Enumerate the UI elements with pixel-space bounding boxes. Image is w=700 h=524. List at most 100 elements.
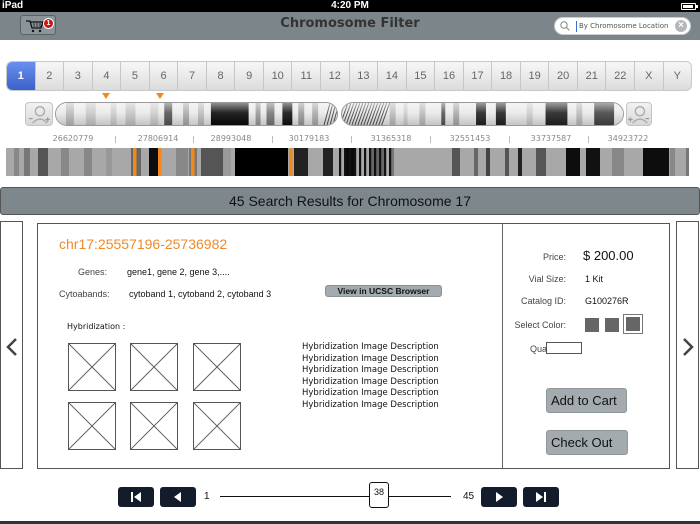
last-page-button[interactable] [523, 487, 559, 507]
chromosome-p-arm[interactable] [55, 102, 338, 126]
chromosome-tab-6[interactable]: 6 [150, 62, 179, 90]
chromosome-tab-4[interactable]: 4 [93, 62, 122, 90]
search-field[interactable]: × [554, 17, 691, 35]
genes-label: Genes: [78, 267, 108, 277]
view-ucsc-button[interactable]: View in UCSC Browser [325, 285, 442, 297]
color-swatch[interactable] [585, 318, 599, 332]
scale-label: 30179183 [288, 134, 330, 143]
band [344, 148, 347, 176]
band [371, 148, 385, 176]
hybridization-image-placeholder[interactable] [193, 343, 241, 391]
band [612, 148, 624, 176]
chromosome-tab-7[interactable]: 7 [178, 62, 207, 90]
chromosome-tab-2[interactable]: 2 [36, 62, 65, 90]
nav-bar: 1 Chromosome Filter × [0, 12, 700, 40]
chromosome-tab-16[interactable]: 16 [435, 62, 464, 90]
band [518, 148, 522, 176]
previous-page-button[interactable] [160, 487, 196, 507]
cytobands-label: Cytoabands: [59, 289, 110, 299]
quantity-input[interactable] [546, 342, 582, 354]
page-slider-track[interactable] [220, 496, 451, 497]
clear-search-icon[interactable]: × [675, 20, 687, 32]
chromosome-tab-1[interactable]: 1 [7, 62, 36, 90]
zoom-in-icon [628, 105, 650, 124]
catalog-id-value: G100276R [585, 296, 629, 306]
band [486, 148, 490, 176]
chromosome-tab-15[interactable]: 15 [407, 62, 436, 90]
app-root: iPad 4:20 PM 1 Chromosome Filter × [0, 0, 700, 524]
page-slider-thumb[interactable]: 38 [369, 482, 389, 508]
check-out-button[interactable]: Check Out [546, 430, 628, 455]
chromosome-tab-bar: 1 2 3 4 5 6 7 8 9 10 11 12 13 14 15 16 17 18 19 20 21 22 X Y [6, 61, 692, 91]
band [379, 148, 382, 176]
chromosome-tab-10[interactable]: 10 [264, 62, 293, 90]
next-result-button[interactable] [676, 221, 699, 469]
chromosome-q-arm[interactable] [341, 102, 624, 126]
chromosome-tab-y[interactable]: Y [664, 62, 691, 90]
genes-value: gene1, gene 2, gene 3,.... [127, 267, 230, 277]
hybridization-image-placeholder[interactable] [130, 343, 178, 391]
previous-result-button[interactable] [0, 221, 23, 469]
highlight-marker[interactable] [289, 148, 293, 176]
hybridization-image-placeholder[interactable] [193, 402, 241, 450]
text-cursor [576, 21, 577, 32]
chromosome-tab-22[interactable]: 22 [606, 62, 636, 90]
image-description: Hybridization Image Description [302, 388, 439, 398]
scale-tick [193, 136, 194, 143]
band [505, 148, 509, 176]
chromosome-tab-19[interactable]: 19 [521, 62, 550, 90]
cytobands-value: cytoband 1, cytoband 2, cytoband 3 [129, 289, 272, 299]
chromosome-tab-18[interactable]: 18 [492, 62, 521, 90]
image-placeholder-icon [194, 344, 240, 390]
next-page-button[interactable] [481, 487, 517, 507]
chromosome-tab-21[interactable]: 21 [578, 62, 607, 90]
band [349, 148, 352, 176]
zoom-out-button[interactable] [25, 102, 53, 126]
highlight-marker[interactable] [133, 148, 137, 176]
highlight-marker[interactable] [158, 148, 162, 176]
search-input[interactable] [579, 19, 671, 33]
chromosome-tab-9[interactable]: 9 [235, 62, 264, 90]
band [38, 148, 48, 176]
region-marker[interactable] [102, 93, 110, 99]
region-marker[interactable] [156, 93, 164, 99]
image-description: Hybridization Image Description [302, 365, 439, 375]
hybridization-image-placeholder[interactable] [68, 402, 116, 450]
first-page-button[interactable] [118, 487, 154, 507]
chromosome-tab-8[interactable]: 8 [207, 62, 236, 90]
chromosome-tab-20[interactable]: 20 [549, 62, 578, 90]
results-header: 45 Search Results for Chromosome 17 [0, 187, 700, 215]
search-icon [560, 21, 570, 31]
hybridization-image-placeholder[interactable] [68, 343, 116, 391]
chromosome-tab-14[interactable]: 14 [378, 62, 407, 90]
zoomed-band-track[interactable] [6, 148, 689, 176]
catalog-id-label: Catalog ID: [520, 296, 566, 306]
chromosome-tab-17[interactable]: 17 [464, 62, 493, 90]
chromosome-tab-11[interactable]: 11 [292, 62, 322, 90]
band [235, 148, 288, 176]
chevron-left-icon [6, 338, 17, 356]
chromosome-tab-12[interactable]: 12 [321, 62, 350, 90]
chromosome-tab-5[interactable]: 5 [121, 62, 150, 90]
add-to-cart-button[interactable]: Add to Cart [546, 388, 627, 413]
image-description: Hybridization Image Description [302, 399, 439, 410]
band [359, 148, 362, 176]
color-swatch-selected[interactable] [623, 314, 643, 334]
band [586, 148, 600, 176]
highlight-marker[interactable] [191, 148, 195, 176]
chromosome-tab-13[interactable]: 13 [350, 62, 379, 90]
band [323, 148, 333, 176]
hybridization-label: Hybridization : [67, 322, 126, 331]
zoom-out-icon [28, 105, 50, 124]
color-swatch[interactable] [605, 318, 619, 332]
band [369, 148, 372, 176]
chromosome-tab-3[interactable]: 3 [64, 62, 93, 90]
slider-max-label: 45 [463, 491, 475, 502]
hybridization-image-placeholder[interactable] [130, 402, 178, 450]
chromosome-tab-x[interactable]: X [635, 62, 664, 90]
zoom-in-button[interactable] [626, 102, 652, 126]
price-value: $ 200.00 [583, 248, 634, 263]
clock: 4:20 PM [331, 0, 369, 11]
band [339, 148, 342, 176]
band [84, 148, 92, 176]
